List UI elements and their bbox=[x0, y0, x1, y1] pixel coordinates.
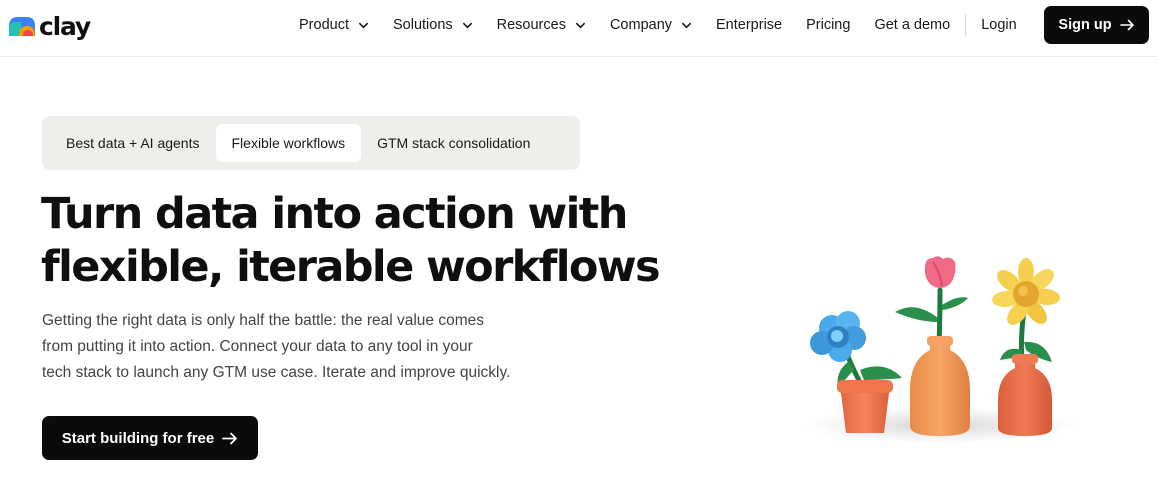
hero-description-line-1: Getting the right data is only half the … bbox=[42, 312, 485, 329]
nav-item-solutions[interactable]: Solutions bbox=[381, 0, 485, 50]
nav-item-product[interactable]: Product bbox=[287, 0, 381, 50]
login-label: Login bbox=[981, 17, 1017, 33]
chevron-down-icon bbox=[575, 22, 585, 28]
nav-item-label: Get a demo bbox=[874, 17, 951, 33]
arrow-right-icon bbox=[222, 432, 238, 444]
clay-logo[interactable]: clay bbox=[7, 11, 91, 41]
nav-item-resources[interactable]: Resources bbox=[485, 0, 598, 50]
hero-description-line-2: from putting it into action. Connect you… bbox=[42, 338, 473, 355]
tab-label: Flexible workflows bbox=[231, 135, 346, 151]
nav-item-label: Solutions bbox=[392, 17, 453, 33]
tab-flexible-workflows[interactable]: Flexible workflows bbox=[215, 124, 362, 162]
hero-headline-line-2: flexible, iterable workflows bbox=[41, 242, 661, 292]
start-building-button[interactable]: Start building for free bbox=[42, 416, 258, 460]
nav-item-label: Product bbox=[299, 17, 349, 33]
chevron-down-icon bbox=[462, 22, 472, 28]
nav-item-label: Company bbox=[609, 17, 673, 33]
nav-item-label: Resources bbox=[496, 17, 566, 33]
hero-headline-line-1: Turn data into action with bbox=[41, 189, 628, 239]
tab-best-data-ai-agents[interactable]: Best data + AI agents bbox=[50, 124, 216, 162]
nav-divider bbox=[965, 14, 967, 36]
nav-item-label: Pricing bbox=[806, 17, 851, 33]
tab-gtm-stack-consolidation[interactable]: GTM stack consolidation bbox=[361, 124, 546, 162]
tab-label: GTM stack consolidation bbox=[377, 135, 531, 151]
nav-item-pricing[interactable]: Pricing bbox=[794, 0, 862, 50]
feature-tabs: Best data + AI agents Flexible workflows… bbox=[42, 116, 580, 170]
chevron-down-icon bbox=[682, 22, 692, 28]
arrow-right-icon bbox=[1119, 19, 1134, 31]
nav-menu: Product Solutions Resources Company Ente… bbox=[287, 0, 1029, 50]
nav-item-get-a-demo[interactable]: Get a demo bbox=[862, 0, 962, 50]
nav-item-company[interactable]: Company bbox=[598, 0, 704, 50]
brand-name: clay bbox=[39, 11, 91, 41]
nav-item-label: Enterprise bbox=[716, 17, 783, 33]
hero-description-line-3: tech stack to launch any GTM use case. I… bbox=[42, 364, 511, 381]
chevron-down-icon bbox=[358, 22, 368, 28]
tab-label: Best data + AI agents bbox=[66, 135, 200, 151]
login-link[interactable]: Login bbox=[969, 0, 1028, 50]
hero-headline: Turn data into action with flexible, ite… bbox=[41, 188, 661, 294]
clay-logo-icon bbox=[9, 17, 35, 36]
clay-flowers-illustration bbox=[805, 256, 1075, 443]
sign-up-button[interactable]: Sign up bbox=[1044, 6, 1149, 44]
start-building-label: Start building for free bbox=[61, 429, 215, 447]
hero-description: Getting the right data is only half the … bbox=[42, 308, 542, 386]
top-nav: clay Product Solutions Resources Company… bbox=[0, 0, 1157, 57]
sign-up-label: Sign up bbox=[1058, 17, 1112, 33]
nav-item-enterprise[interactable]: Enterprise bbox=[704, 0, 794, 50]
